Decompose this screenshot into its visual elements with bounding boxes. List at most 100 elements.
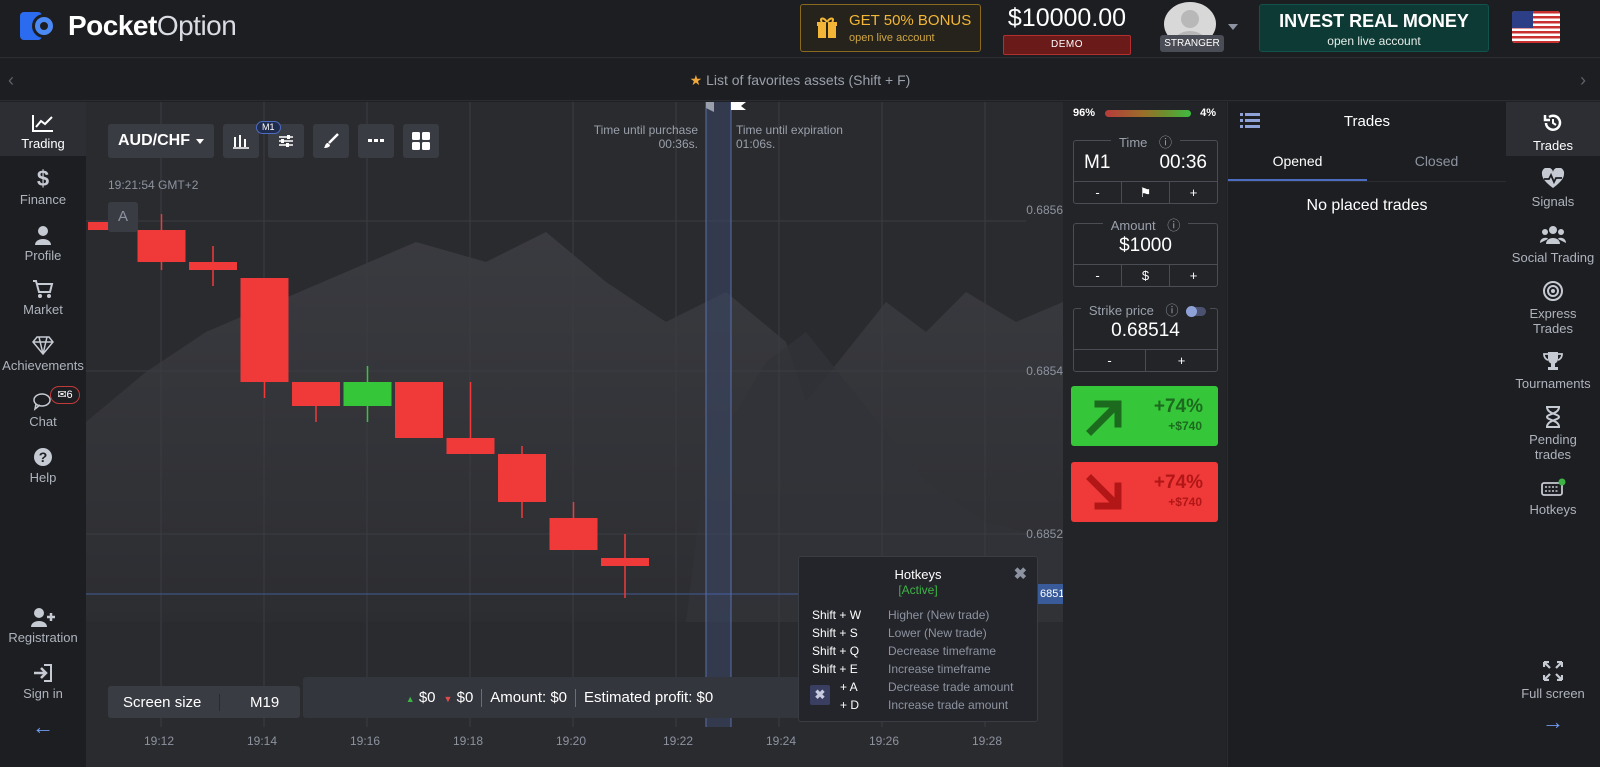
chevron-down-icon[interactable] [1228,24,1238,30]
invest-subtitle: open live account [1327,34,1421,48]
strike-plus-button[interactable]: + [1146,350,1217,371]
chevron-right-icon[interactable]: › [1580,70,1586,91]
candle-body [395,382,443,438]
higher-button[interactable]: +74% +$740 [1071,386,1218,446]
chart-line-icon [0,110,86,136]
higher-payout: +74% [1153,396,1203,417]
user-plus-icon [0,604,86,630]
flag-icon[interactable]: ⚑ [1122,182,1170,203]
candle-body [343,382,392,406]
nav-item-full-screen[interactable]: Full screen [1506,658,1600,701]
chevron-down-icon [196,138,204,144]
time-stepper: - ⚑ + [1074,181,1217,203]
drawing-tools-button[interactable] [313,124,349,158]
nav-item-social-trading[interactable]: Social Trading [1506,222,1600,265]
auto-scale-button[interactable]: A [108,202,138,232]
candle-body [446,438,495,454]
x-tick-label: 19:12 [144,734,175,748]
nav-item-chat[interactable]: ✉6 Chat [0,386,86,429]
hotkeys-popup: ✖ Hotkeys [Active] Shift + W Higher (New … [798,556,1038,722]
help-icon: ? [0,444,86,470]
screen-size-control[interactable]: Screen size M19 [108,686,300,718]
nav-item-help[interactable]: ? Help [0,444,86,485]
balance[interactable]: $10000.00 DEMO [1003,4,1131,55]
nav-label: Express Trades [1529,306,1577,336]
nav-item-trading[interactable]: Trading [0,102,86,156]
toggle-switch[interactable] [1186,306,1207,318]
nav-item-market[interactable]: Market [0,276,86,317]
nav-label: Profile [24,248,62,263]
nav-item-hotkeys[interactable]: Hotkeys [1506,474,1600,517]
list-icon[interactable] [1240,113,1260,129]
nav-item-pending-trades[interactable]: Pending trades [1506,404,1600,462]
nav-item-profile[interactable]: Profile [0,222,86,263]
profit-summary: Estimated profit: $0 [584,689,714,706]
dots-icon [368,139,384,142]
nav-label: Signals [1531,194,1575,209]
time-minus-button[interactable]: - [1074,182,1122,203]
dollar-icon: $ [36,166,50,191]
candle-body [498,454,546,502]
candle-body [240,278,289,382]
tab-opened[interactable]: Opened [1228,142,1367,181]
amount-minus-button[interactable]: - [1074,265,1122,286]
strike-minus-button[interactable]: - [1074,350,1146,371]
higher-profit: +$740 [1168,419,1202,433]
diamond-icon [0,332,86,358]
trades-panel: Trades Opened Closed No placed trades [1227,102,1506,767]
arrow-up-right-icon [1086,400,1122,436]
candles-icon [233,135,249,149]
nav-item-achievements[interactable]: Achievements [0,332,86,373]
triangle-down-icon: ▼ [443,694,453,704]
up-summary: ▲ $0 [405,689,436,706]
purchase-timer: Time until purchase 00:36s. [568,123,698,151]
price-label: 0.6852 [1026,527,1063,541]
chat-badge: ✉6 [50,386,80,404]
balance-amount: $10000.00 [1007,4,1127,32]
nav-item-trades[interactable]: Trades [1506,102,1600,156]
candle-body [601,558,649,566]
expiration-time: 01:06s. [736,137,776,151]
nav-item-signals[interactable]: Signals [1506,166,1600,209]
nav-label: Pending trades [1529,432,1577,462]
tab-closed[interactable]: Closed [1367,142,1506,181]
currency-button[interactable]: $ [1122,265,1170,286]
account-type-badge[interactable]: DEMO [1003,35,1131,55]
invest-real-money-button[interactable]: INVEST REAL MONEY open live account [1259,4,1489,52]
more-button[interactable] [358,124,394,158]
layout-button[interactable] [403,124,439,158]
favorites-link[interactable]: ★ List of favorites assets (Shift + F) [690,72,911,88]
x-tick-label: 19:22 [663,734,694,748]
nav-label: Full screen [1521,686,1585,701]
amount-plus-button[interactable]: + [1170,265,1217,286]
lower-button[interactable]: +74% +$740 [1071,462,1218,522]
nav-item-sign-in[interactable]: Sign in [0,660,86,701]
collapse-arrow-icon[interactable]: ← [0,714,86,740]
close-icon[interactable]: ✖ [1014,564,1027,584]
candle-body [292,382,340,406]
nav-label: Tournaments [1515,376,1591,391]
hotkeys-title: Hotkeys [894,567,942,582]
bonus-button[interactable]: GET 50% BONUS open live account [800,4,981,52]
nav-item-registration[interactable]: Registration [0,604,86,645]
chart-area[interactable]: AUD/CHF M1 19:21:54 GMT+2 A Time until p… [86,102,1063,767]
nav-item-express-trades[interactable]: Express Trades [1506,278,1600,336]
expand-arrow-icon[interactable]: → [1506,711,1600,733]
x-tick-label: 19:20 [556,734,587,748]
screen-size-label: Screen size [108,693,220,711]
hotkey-row: + A Decrease trade amount [840,680,1014,694]
avatar[interactable]: STRANGER [1160,2,1238,52]
time-plus-button[interactable]: + [1170,182,1217,203]
nav-item-finance[interactable]: $ Finance [0,166,86,207]
nav-item-tournaments[interactable]: Tournaments [1506,348,1600,391]
down-summary: ▼ $0 [443,689,474,706]
us-flag-icon[interactable] [1512,11,1560,43]
chevron-left-icon[interactable]: ‹ [8,70,14,91]
sentiment-down-percent: 4% [1200,107,1216,119]
trades-title: Trades [1343,113,1391,130]
asset-selector[interactable]: AUD/CHF [108,124,214,158]
bonus-title: GET 50% BONUS [849,12,972,29]
logo[interactable]: PocketOption [20,10,237,42]
chart-type-button[interactable] [223,124,259,158]
close-summary-icon[interactable]: ✖ [810,685,830,705]
